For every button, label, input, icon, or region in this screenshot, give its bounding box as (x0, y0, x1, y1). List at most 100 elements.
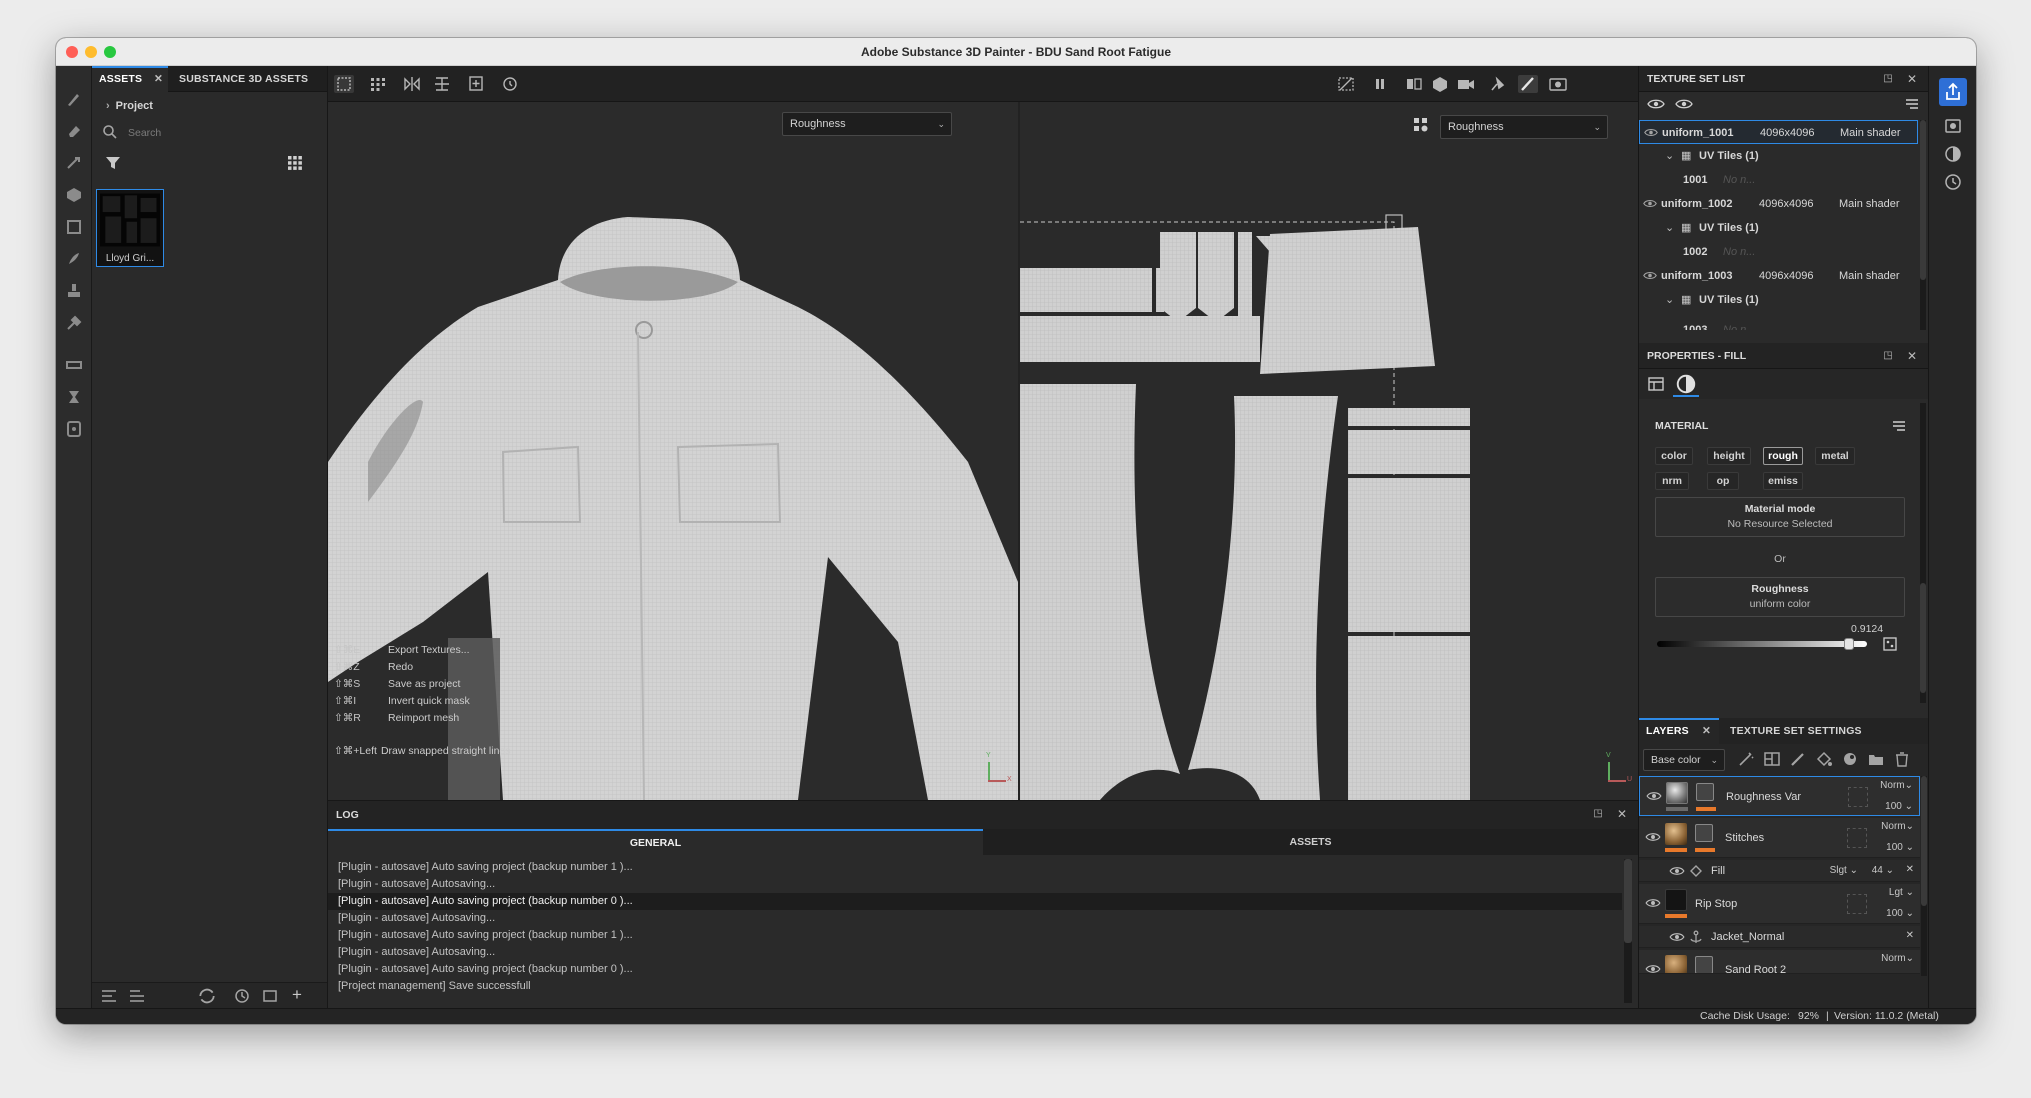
paint-brush-tool-icon[interactable] (65, 90, 83, 108)
channel-chip-nrm[interactable]: nrm (1655, 472, 1689, 490)
projection-tool-icon[interactable] (65, 154, 83, 172)
symmetry-x-icon[interactable] (402, 75, 422, 93)
layer-row[interactable]: Sand Root 2 Norm⌄ (1639, 950, 1920, 974)
eye-icon[interactable] (1643, 270, 1657, 281)
asset-thumbnail[interactable]: Lloyd Gri... (96, 189, 164, 267)
measure-tool-icon[interactable] (65, 356, 83, 374)
effect-opacity[interactable]: 44 ⌄ (1872, 865, 1894, 876)
eye-icon[interactable] (1645, 831, 1661, 843)
uv-tiles-row[interactable]: ⌄ ▦ UV Tiles (1) (1639, 216, 1918, 240)
paint-mode-icon[interactable] (1518, 75, 1538, 93)
texture-set-row[interactable]: uniform_1001 4096x4096 Main shader (1639, 120, 1918, 144)
undock-icon[interactable]: ◳ (1880, 348, 1896, 364)
import-resources-icon[interactable] (100, 988, 118, 1004)
layer-opacity[interactable]: 100 ⌄ (1885, 801, 1913, 812)
layer-row[interactable]: Stitches Norm⌄ 100 ⌄ (1639, 818, 1920, 858)
channel-chip-color[interactable]: color (1655, 447, 1693, 465)
history-icon[interactable] (500, 75, 520, 93)
screenshot-icon[interactable] (1548, 75, 1568, 93)
eye-icon[interactable] (1669, 865, 1685, 877)
close-icon[interactable]: ✕ (1702, 720, 1711, 742)
tab-substance-3d-assets[interactable]: SUBSTANCE 3D ASSETS (172, 66, 315, 92)
add-icon[interactable]: + (292, 985, 302, 1005)
bake-tool-icon[interactable] (65, 388, 83, 406)
eye-icon[interactable] (1644, 127, 1658, 138)
delete-layer-icon[interactable] (1893, 751, 1911, 767)
tab-texture-set-settings[interactable]: TEXTURE SET SETTINGS (1723, 718, 1869, 744)
roughness-slider[interactable] (1657, 638, 1867, 650)
history-icon[interactable] (1943, 172, 1963, 192)
add-frame-icon[interactable] (466, 75, 486, 93)
fill-settings-icon[interactable] (1647, 376, 1665, 392)
close-icon[interactable]: ✕ (154, 68, 163, 90)
texture-set-scrollbar[interactable] (1920, 120, 1926, 330)
display-settings-icon[interactable] (1943, 116, 1963, 136)
properties-scrollbar[interactable] (1920, 403, 1926, 703)
shader-settings-icon[interactable] (1943, 144, 1963, 164)
pause-icon[interactable] (1370, 75, 1390, 93)
material-picker-tool-icon[interactable] (65, 314, 83, 332)
eye-icon[interactable] (1645, 897, 1661, 909)
add-smart-material-icon[interactable] (1841, 751, 1859, 767)
close-icon[interactable]: ✕ (1906, 930, 1914, 941)
layer-blend-mode[interactable]: Norm⌄ (1881, 821, 1914, 832)
add-effect-icon[interactable] (1737, 751, 1755, 767)
channel-chip-metal[interactable]: metal (1815, 447, 1855, 465)
add-mask-icon[interactable] (1763, 751, 1781, 767)
random-seed-icon[interactable] (1883, 637, 1897, 651)
eye-icon[interactable] (1646, 790, 1662, 802)
layer-opacity[interactable]: 100 ⌄ (1886, 842, 1914, 853)
light-icon[interactable] (1488, 75, 1508, 93)
hide-display-icon[interactable] (1336, 75, 1356, 93)
undock-icon[interactable]: ◳ (1590, 806, 1606, 822)
uv-tile-row[interactable]: 1001 No n... (1639, 168, 1918, 192)
material-sphere-icon[interactable] (1673, 373, 1699, 397)
visibility-settings-icon[interactable] (1647, 96, 1665, 112)
eye-icon[interactable] (1643, 198, 1657, 209)
texture-set-row[interactable]: uniform_1003 4096x4096 Main shader (1639, 264, 1918, 288)
channel-chip-height[interactable]: height (1707, 447, 1751, 465)
effect-row[interactable]: Fill Slgt ⌄ 44 ⌄ ✕ (1639, 860, 1920, 882)
3d-view-icon[interactable] (1430, 75, 1450, 93)
project-tree-root[interactable]: › Project (106, 100, 153, 112)
filter-icon[interactable] (104, 154, 122, 172)
tab-assets[interactable]: ASSETS ✕ (92, 66, 168, 92)
list-options-icon[interactable] (1904, 96, 1920, 112)
layer-blend-mode[interactable]: Lgt ⌄ (1889, 887, 1914, 898)
tab-log-assets[interactable]: ASSETS (983, 829, 1638, 855)
channel-chip-rough[interactable]: rough (1763, 447, 1803, 465)
uv-tiles-row[interactable]: ⌄ ▦ UV Tiles (1) (1639, 144, 1918, 168)
layer-blend-mode[interactable]: Norm⌄ (1881, 953, 1914, 964)
uv-tiles-row[interactable]: ⌄ ▦ UV Tiles (1) (1639, 288, 1918, 312)
add-library-icon[interactable] (128, 988, 146, 1004)
add-fill-layer-icon[interactable] (1815, 751, 1833, 767)
tab-general[interactable]: GENERAL (328, 829, 983, 855)
effect-row[interactable]: Jacket_Normal ✕ (1639, 926, 1920, 948)
viewport-3d[interactable]: Roughness ⌄ ⇧⌘E Export Textures... ⇧⌘Z Redo… (328, 102, 1018, 800)
tab-layers[interactable]: LAYERS ✕ (1639, 718, 1719, 744)
selection-mode-icon[interactable] (334, 75, 354, 93)
eye-icon[interactable] (1669, 931, 1685, 943)
clone-stamp-tool-icon[interactable] (65, 282, 83, 300)
layer-row[interactable]: Rip Stop Lgt ⌄ 100 ⌄ (1639, 884, 1920, 924)
split-view-icon[interactable] (1404, 75, 1424, 93)
refresh-icon[interactable] (196, 987, 218, 1005)
grid-view-icon[interactable] (286, 154, 304, 172)
layer-blend-mode[interactable]: Norm⌄ (1880, 780, 1913, 791)
material-mode-box[interactable]: Material mode No Resource Selected (1655, 497, 1905, 537)
eye-icon[interactable] (1675, 96, 1693, 112)
eraser-tool-icon[interactable] (65, 122, 83, 140)
new-folder-icon[interactable] (262, 988, 278, 1004)
symmetry-y-icon[interactable] (432, 75, 452, 93)
effect-blend-mode[interactable]: Slgt ⌄ (1830, 865, 1858, 876)
eye-icon[interactable] (1645, 963, 1661, 973)
channel-chip-emiss[interactable]: emiss (1763, 472, 1803, 490)
layer-opacity[interactable]: 100 ⌄ (1886, 908, 1914, 919)
channel-dropdown-3d[interactable]: Roughness ⌄ (782, 112, 952, 136)
camera-icon[interactable] (1456, 75, 1476, 93)
log-scrollbar[interactable] (1624, 859, 1632, 1003)
texture-set-row[interactable]: uniform_1002 4096x4096 Main shader (1639, 192, 1918, 216)
close-icon[interactable]: ✕ (1904, 71, 1920, 87)
polygon-fill-tool-icon[interactable] (65, 218, 83, 236)
share-export-icon[interactable] (1939, 78, 1967, 106)
